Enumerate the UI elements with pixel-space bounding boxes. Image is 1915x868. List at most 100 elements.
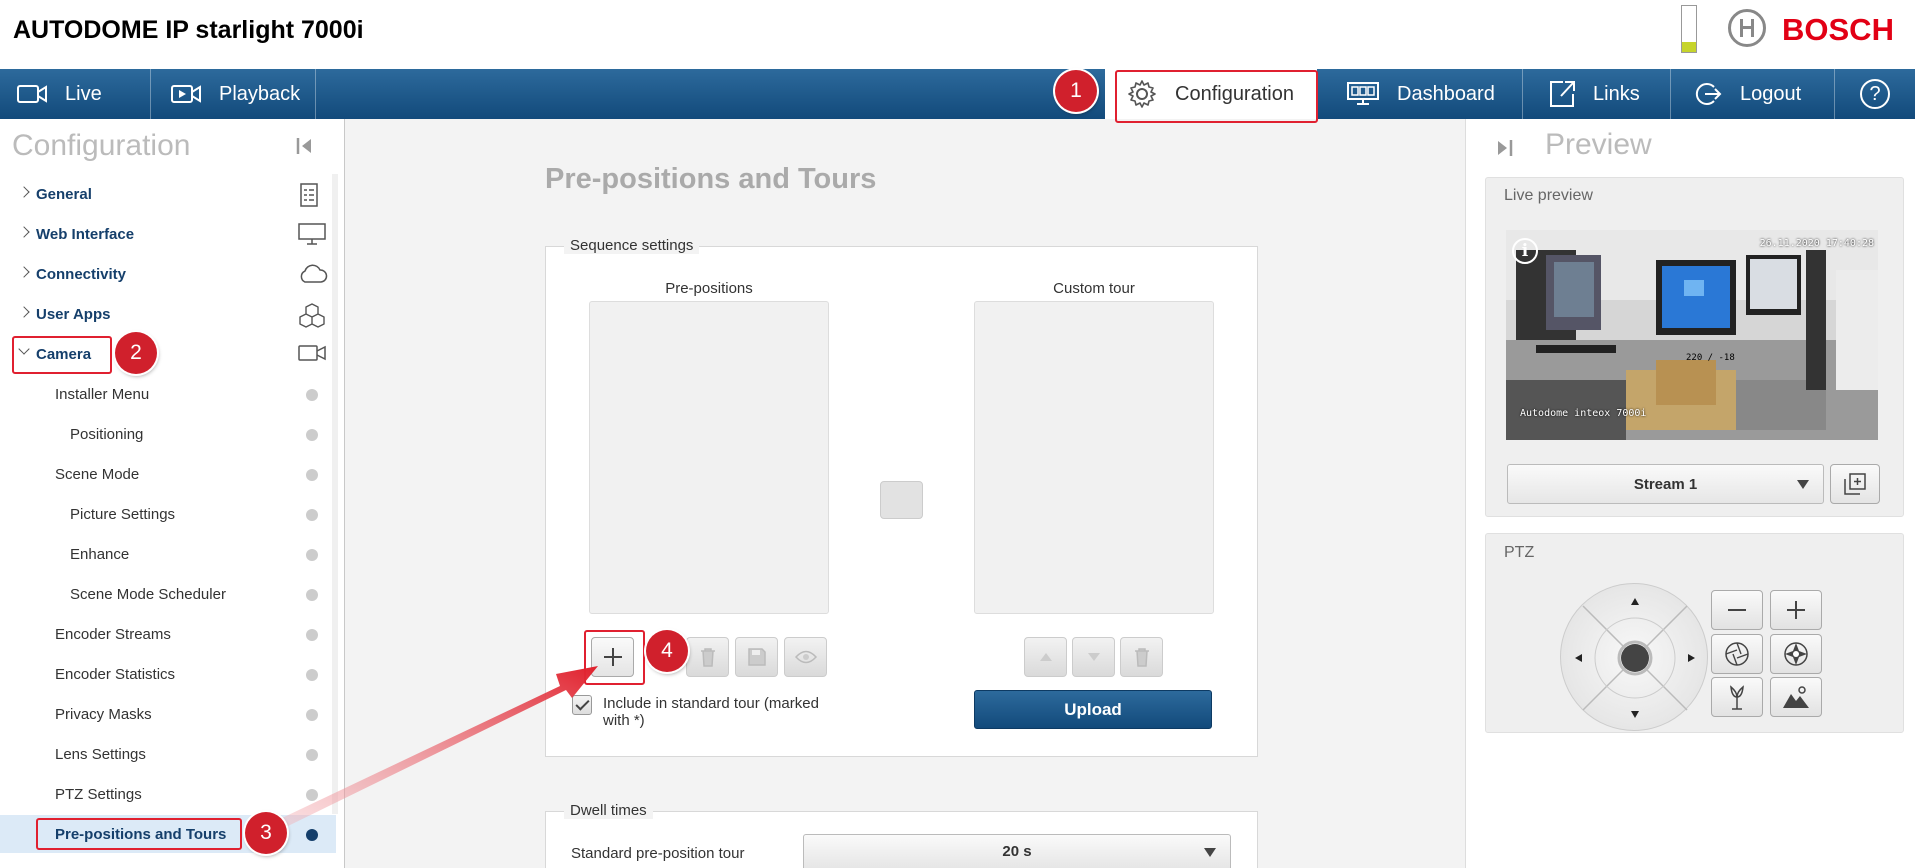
- open-stream-window-button[interactable]: [1830, 464, 1880, 504]
- focus-near-button[interactable]: [1711, 677, 1763, 717]
- sidebar-item-encoder-streams[interactable]: Encoder Streams: [0, 615, 336, 653]
- status-level-indicator: [1681, 5, 1697, 53]
- video-camera-name: Autodome inteox 7000i: [1520, 408, 1647, 419]
- triangle-up-icon: [1039, 653, 1052, 661]
- chevron-right-icon: [18, 266, 30, 278]
- sidebar-item-label: Privacy Masks: [55, 705, 152, 723]
- status-dot: [306, 589, 318, 601]
- sidebar-group-label: General: [36, 185, 92, 203]
- delete-preposition-button[interactable]: [686, 637, 729, 677]
- cloud-icon: [298, 263, 328, 289]
- chevron-right-icon: [18, 186, 30, 198]
- sidebar-group-label: User Apps: [36, 305, 111, 323]
- expand-preview-button[interactable]: [1495, 138, 1513, 158]
- external-link-icon: [1549, 80, 1575, 108]
- nav-help[interactable]: ?: [1835, 69, 1915, 119]
- nav-links[interactable]: Links: [1523, 69, 1671, 119]
- sidebar-item-scene-mode-scheduler[interactable]: Scene Mode Scheduler: [0, 575, 336, 613]
- nav-logout[interactable]: Logout: [1671, 69, 1835, 119]
- sidebar-title: Configuration: [12, 129, 191, 162]
- nav-dashboard-label: Dashboard: [1397, 82, 1495, 105]
- nav-playback-label: Playback: [219, 82, 301, 105]
- flower-icon: [1730, 685, 1744, 710]
- standard-tour-dwell-select[interactable]: 20 s: [803, 834, 1231, 868]
- iris-close-button[interactable]: [1711, 634, 1763, 674]
- save-preposition-button[interactable]: [735, 637, 778, 677]
- dashboard-icon: [1347, 82, 1379, 106]
- video-camera-icon: [298, 343, 326, 367]
- sidebar-item-picture-settings[interactable]: Picture Settings: [0, 495, 336, 533]
- include-standard-tour-label: Include in standard tour (marked with *): [603, 695, 819, 729]
- collapse-right-icon: [1498, 140, 1513, 156]
- status-dot: [306, 549, 318, 561]
- nav-live[interactable]: Live: [0, 69, 151, 119]
- info-icon[interactable]: i: [1512, 238, 1538, 264]
- include-standard-tour-checkbox[interactable]: [572, 695, 592, 715]
- iris-open-button[interactable]: [1770, 634, 1822, 674]
- status-level-fill: [1682, 41, 1696, 52]
- sidebar-group-connectivity[interactable]: Connectivity: [0, 255, 336, 293]
- sidebar-item-enhance[interactable]: Enhance: [0, 535, 336, 573]
- move-up-button[interactable]: [1024, 637, 1067, 677]
- sidebar-group-web-interface[interactable]: Web Interface: [0, 215, 336, 253]
- video-timestamp: 26.11.2020 17:40:28: [1759, 238, 1874, 249]
- logout-icon: [1694, 80, 1722, 108]
- nav-playback[interactable]: Playback: [151, 69, 316, 119]
- sidebar-item-encoder-statistics[interactable]: Encoder Statistics: [0, 655, 336, 693]
- move-down-button[interactable]: [1072, 637, 1115, 677]
- stream-select[interactable]: Stream 1: [1507, 464, 1824, 504]
- live-video-feed[interactable]: i 26.11.2020 17:40:28 220 / -18 Autodome…: [1506, 230, 1878, 440]
- nav-dashboard[interactable]: Dashboard: [1330, 69, 1523, 119]
- status-dot: [306, 749, 318, 761]
- trash-icon: [1134, 648, 1149, 667]
- plus-icon: [1787, 601, 1805, 619]
- sidebar-item-ptz-settings[interactable]: PTZ Settings: [0, 775, 336, 813]
- sidebar-item-lens-settings[interactable]: Lens Settings: [0, 735, 336, 773]
- sidebar-item-installer-menu[interactable]: Installer Menu: [0, 375, 336, 413]
- step-badge-1: 1: [1055, 70, 1097, 112]
- focus-far-button[interactable]: [1770, 677, 1822, 717]
- bosch-logo: BOSCH: [1782, 12, 1894, 47]
- custom-tour-label: Custom tour: [1053, 280, 1135, 297]
- header: AUTODOME IP starlight 7000i BOSCH: [0, 0, 1915, 69]
- ptz-joystick[interactable]: [1560, 583, 1708, 731]
- video-camera-icon: [17, 83, 47, 105]
- help-label: ?: [1869, 82, 1881, 105]
- add-to-tour-button[interactable]: [880, 481, 923, 519]
- sidebar-item-label: Scene Mode Scheduler: [70, 585, 226, 603]
- show-preposition-button[interactable]: [784, 637, 827, 677]
- stream-select-value: Stream 1: [1633, 475, 1698, 493]
- zoom-in-button[interactable]: [1770, 590, 1822, 630]
- trash-icon: [700, 648, 715, 667]
- prepositions-label: Pre-positions: [665, 280, 753, 297]
- standard-tour-dwell-value: 20 s: [1002, 843, 1032, 860]
- step-badge-3: 3: [245, 812, 287, 854]
- page-title: Pre-positions and Tours: [545, 163, 877, 195]
- sidebar-item-scene-mode[interactable]: Scene Mode: [0, 455, 336, 493]
- pan-down-icon: [1631, 711, 1639, 718]
- sequence-settings-legend: Sequence settings: [564, 237, 700, 254]
- sidebar-item-label: Lens Settings: [55, 745, 146, 763]
- custom-tour-list[interactable]: [974, 301, 1214, 614]
- sidebar-item-label: Encoder Statistics: [55, 665, 176, 683]
- sidebar-item-positioning[interactable]: Positioning: [0, 415, 336, 453]
- bosch-emblem-icon: [1728, 9, 1766, 47]
- ptz-title: PTZ: [1504, 544, 1535, 561]
- sidebar-item-label: Picture Settings: [70, 505, 176, 523]
- pan-left-icon: [1575, 654, 1582, 662]
- sidebar-group-user-apps[interactable]: User Apps: [0, 295, 336, 333]
- triangle-down-icon: [1087, 653, 1100, 661]
- sidebar-item-label: Positioning: [70, 425, 144, 443]
- eye-icon: [794, 650, 817, 664]
- sidebar-group-general[interactable]: General: [0, 175, 336, 213]
- prepositions-list[interactable]: [589, 301, 829, 614]
- collapse-sidebar-button[interactable]: [296, 136, 314, 156]
- nav-links-label: Links: [1593, 82, 1640, 105]
- zoom-out-button[interactable]: [1711, 590, 1763, 630]
- iris-open-icon: [1784, 642, 1808, 666]
- remove-from-tour-button[interactable]: [1120, 637, 1163, 677]
- sidebar-item-privacy-masks[interactable]: Privacy Masks: [0, 695, 336, 733]
- upload-button[interactable]: Upload: [974, 690, 1212, 729]
- sidebar-item-label: Encoder Streams: [55, 625, 171, 643]
- highlight-add-button: [584, 630, 645, 685]
